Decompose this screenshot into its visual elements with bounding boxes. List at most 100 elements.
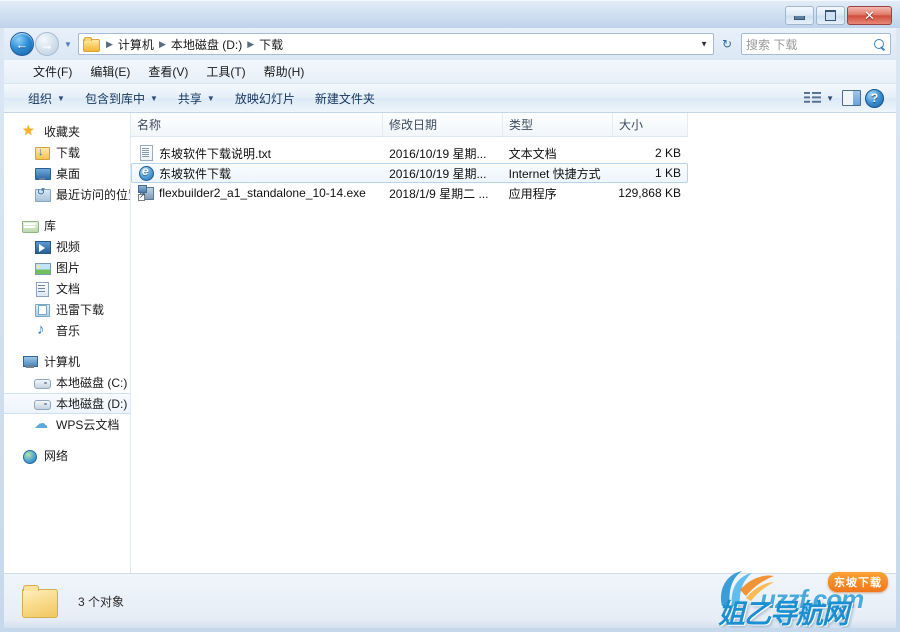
pictures-icon — [34, 260, 51, 276]
minimize-button[interactable] — [785, 6, 814, 25]
nav-group-favorites: 收藏夹 下载 桌面 最近访问的位置 — [4, 121, 130, 205]
sidebar-item-thunder-download[interactable]: 迅雷下载 — [4, 299, 130, 320]
sidebar-item-desktop[interactable]: 桌面 — [4, 163, 130, 184]
sidebar-item-libraries[interactable]: 库 — [4, 215, 130, 236]
explorer-window: ✕ ← → ▼ ▶ 计算机 ▶ 本地磁盘 (D:) ▶ 下载 ▼ ↻ 搜索 下载 — [0, 0, 900, 632]
maximize-button[interactable] — [816, 6, 845, 25]
library-icon — [22, 218, 39, 234]
file-name-cell: 东坡软件下载说明.txt — [132, 145, 383, 162]
application-icon — [138, 185, 154, 201]
menu-item-help[interactable]: 帮助(H) — [255, 61, 314, 82]
new-folder-button[interactable]: 新建文件夹 — [305, 87, 385, 110]
sidebar-item-wps-cloud[interactable]: WPS云文档 — [4, 414, 130, 435]
file-type-cell: 应用程序 — [508, 186, 557, 201]
chevron-down-icon[interactable]: ▼ — [700, 40, 708, 49]
back-button[interactable]: ← — [10, 32, 34, 56]
organize-button[interactable]: 组织 ▼ — [18, 87, 75, 110]
column-header-size[interactable]: 大小 — [613, 112, 688, 137]
column-header-type[interactable]: 类型 — [503, 112, 613, 137]
sidebar-item-network[interactable]: 网络 — [4, 445, 130, 466]
sidebar-label-pictures: 图片 — [56, 261, 81, 275]
change-view-button[interactable]: ▼ — [800, 88, 838, 109]
table-row[interactable]: 东坡软件下载说明.txt 2016/10/19 星期... 文本文档 2 KB — [131, 143, 688, 163]
slideshow-button[interactable]: 放映幻灯片 — [225, 87, 305, 110]
breadcrumb-separator: ▶ — [247, 38, 255, 49]
disk-icon — [34, 396, 51, 412]
sidebar-label-local-disk-d: 本地磁盘 (D:) — [56, 397, 128, 411]
menu-item-view[interactable]: 查看(V) — [139, 61, 197, 82]
sidebar-item-favorites[interactable]: 收藏夹 — [4, 121, 130, 142]
menu-item-tools[interactable]: 工具(T) — [197, 61, 254, 82]
breadcrumb-item-downloads[interactable]: 下载 — [259, 36, 283, 53]
nav-group-network: 网络 — [4, 445, 130, 466]
nav-group-libraries: 库 视频 图片 文档 迅雷下载 ♪ 音乐 — [4, 215, 130, 341]
slideshow-label: 放映幻灯片 — [234, 91, 295, 106]
file-type-cell: 文本文档 — [508, 146, 557, 161]
search-icon — [873, 38, 886, 51]
navigation-pane[interactable]: 收藏夹 下载 桌面 最近访问的位置 库 — [4, 113, 131, 573]
sidebar-item-videos[interactable]: 视频 — [4, 236, 130, 257]
close-button[interactable]: ✕ — [847, 6, 892, 25]
help-button[interactable]: ? — [865, 88, 884, 108]
file-size-cell: 2 KB — [654, 146, 681, 160]
minimize-icon — [786, 7, 813, 24]
table-row[interactable]: 东坡软件下载 2016/10/19 星期... Internet 快捷方式 1 … — [131, 163, 688, 183]
sidebar-item-computer[interactable]: 计算机 — [4, 351, 130, 372]
share-button[interactable]: 共享 ▼ — [168, 87, 225, 110]
music-icon — [34, 321, 50, 339]
sidebar-item-documents[interactable]: 文档 — [4, 278, 130, 299]
text-file-icon — [138, 145, 154, 161]
status-bar: 3 个对象 — [4, 573, 896, 628]
back-arrow-icon: ← — [15, 36, 29, 52]
breadcrumb-item-local-disk-d[interactable]: 本地磁盘 (D:) — [171, 36, 242, 53]
search-input[interactable]: 搜索 下载 — [741, 33, 891, 55]
file-name-label: flexbuilder2_a1_standalone_10-14.exe — [159, 186, 366, 200]
preview-pane-button[interactable] — [842, 90, 861, 106]
include-in-library-button[interactable]: 包含到库中 ▼ — [75, 87, 168, 110]
sidebar-label-network: 网络 — [44, 449, 69, 463]
network-icon — [22, 448, 38, 464]
sidebar-label-local-disk-c: 本地磁盘 (C:) — [56, 376, 128, 390]
file-size-cell: 1 KB — [654, 166, 681, 180]
file-name-cell: 东坡软件下载 — [132, 165, 383, 182]
address-bar: ← → ▼ ▶ 计算机 ▶ 本地磁盘 (D:) ▶ 下载 ▼ ↻ 搜索 下载 — [4, 28, 896, 60]
column-header-date-modified[interactable]: 修改日期 — [383, 112, 503, 137]
documents-icon — [34, 281, 50, 297]
sidebar-item-pictures[interactable]: 图片 — [4, 257, 130, 278]
sidebar-item-recent-places[interactable]: 最近访问的位置 — [4, 184, 130, 205]
cloud-icon — [34, 415, 50, 433]
breadcrumb-item-computer[interactable]: 计算机 — [118, 36, 154, 53]
forward-arrow-icon: → — [40, 36, 54, 52]
sidebar-label-music: 音乐 — [56, 324, 81, 338]
file-size-cell: 129,868 KB — [618, 186, 681, 200]
chevron-down-icon: ▼ — [149, 93, 158, 103]
file-date-cell: 2016/10/19 星期... — [389, 146, 487, 161]
sidebar-item-downloads[interactable]: 下载 — [4, 142, 130, 163]
sidebar-item-music[interactable]: 音乐 — [4, 320, 130, 341]
column-header-name[interactable]: 名称 — [131, 112, 383, 137]
breadcrumb[interactable]: ▶ 计算机 ▶ 本地磁盘 (D:) ▶ 下载 ▼ — [78, 33, 714, 55]
sidebar-item-local-disk-d[interactable]: 本地磁盘 (D:) — [4, 393, 130, 414]
breadcrumb-separator: ▶ — [158, 38, 166, 49]
menu-item-file[interactable]: 文件(F) — [24, 61, 81, 82]
command-bar-right: ▼ ? — [800, 88, 896, 109]
desktop-icon — [34, 166, 51, 182]
menu-item-edit[interactable]: 编辑(E) — [81, 61, 139, 82]
command-bar: 组织 ▼ 包含到库中 ▼ 共享 ▼ 放映幻灯片 新建文件夹 ▼ ? — [4, 84, 896, 113]
history-dropdown-button[interactable]: ▼ — [61, 34, 75, 54]
sidebar-item-local-disk-c[interactable]: 本地磁盘 (C:) — [4, 372, 130, 393]
table-row[interactable]: flexbuilder2_a1_standalone_10-14.exe 201… — [131, 183, 688, 203]
chevron-down-icon: ▼ — [64, 39, 72, 49]
view-list-icon — [804, 91, 822, 106]
sidebar-label-downloads: 下载 — [56, 146, 81, 160]
refresh-button[interactable]: ↻ — [716, 33, 738, 55]
help-icon: ? — [870, 91, 879, 105]
status-item-count: 3 个对象 — [78, 594, 125, 609]
folder-icon — [22, 584, 60, 618]
file-list-pane[interactable]: 名称 修改日期 类型 大小 东坡软件下载说明.txt 2016/10/19 星期… — [131, 112, 896, 573]
forward-button[interactable]: → — [35, 32, 59, 56]
new-folder-label: 新建文件夹 — [314, 91, 375, 106]
file-name-cell: flexbuilder2_a1_standalone_10-14.exe — [132, 185, 383, 201]
sidebar-label-desktop: 桌面 — [56, 167, 81, 181]
disk-icon — [34, 375, 51, 391]
